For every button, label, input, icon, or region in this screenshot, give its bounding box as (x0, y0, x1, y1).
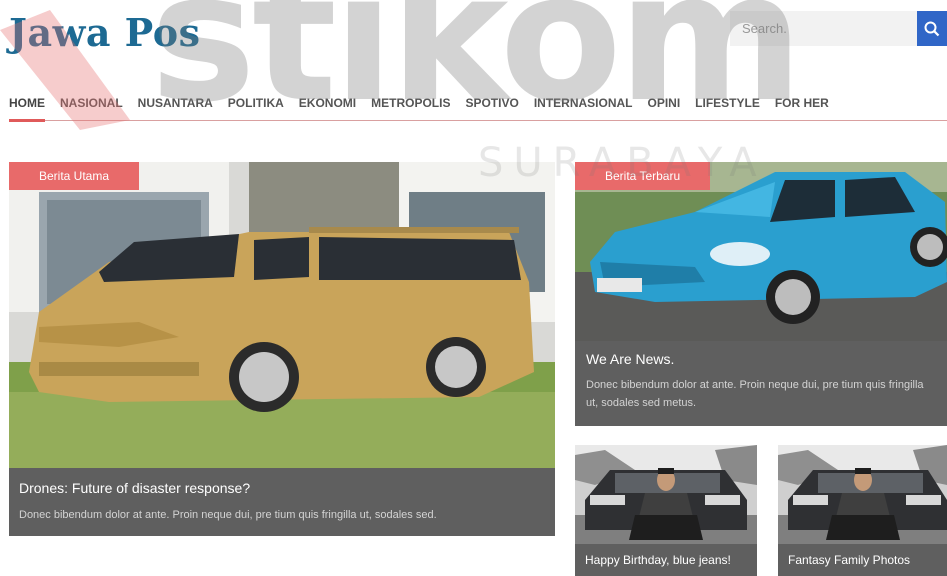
latest-title[interactable]: We Are News. (586, 351, 936, 367)
small-post-title[interactable]: Happy Birthday, blue jeans! (585, 553, 747, 567)
latest-article[interactable]: Berita Terbaru We Are News. Donec bibend… (575, 162, 947, 426)
nav-spotivo[interactable]: SPOTIVO (465, 90, 518, 121)
small-post-caption: Happy Birthday, blue jeans! (575, 544, 757, 576)
small-post[interactable]: Happy Birthday, blue jeans! (575, 445, 757, 576)
small-post-caption: Fantasy Family Photos (778, 544, 947, 576)
nav-metropolis[interactable]: METROPOLIS (371, 90, 450, 121)
main-nav: HOME NASIONAL NUSANTARA POLITIKA EKONOMI… (9, 90, 947, 122)
search-icon (924, 21, 940, 36)
featured-excerpt: Donec bibendum dolor at ante. Proin nequ… (19, 509, 437, 521)
latest-caption: We Are News. Donec bibendum dolor at ant… (575, 341, 947, 426)
featured-image[interactable] (9, 162, 555, 468)
small-post-image[interactable] (778, 445, 947, 544)
nav-home[interactable]: HOME (9, 90, 45, 122)
nav-opini[interactable]: OPINI (647, 90, 680, 121)
featured-title[interactable]: Drones: Future of disaster response? (19, 480, 545, 496)
nav-nasional[interactable]: NASIONAL (60, 90, 123, 121)
featured-tag[interactable]: Berita Utama (9, 162, 140, 190)
search-button[interactable] (917, 11, 947, 46)
featured-article[interactable]: Berita Utama Drones: Future of disaster … (9, 162, 555, 536)
search-input[interactable] (730, 11, 917, 46)
small-post-image[interactable] (575, 445, 757, 544)
featured-caption: Drones: Future of disaster response? Don… (9, 468, 555, 536)
nav-politika[interactable]: POLITIKA (228, 90, 284, 121)
latest-tag[interactable]: Berita Terbaru (575, 162, 711, 190)
small-post-title[interactable]: Fantasy Family Photos (788, 553, 937, 567)
nav-internasional[interactable]: INTERNASIONAL (534, 90, 633, 121)
nav-lifestyle[interactable]: LIFESTYLE (695, 90, 760, 121)
nav-for-her[interactable]: FOR HER (775, 90, 829, 121)
nav-nusantara[interactable]: NUSANTARA (138, 90, 213, 121)
latest-excerpt: Donec bibendum dolor at ante. Proin nequ… (586, 379, 924, 409)
nav-ekonomi[interactable]: EKONOMI (299, 90, 356, 121)
small-post[interactable]: Fantasy Family Photos (778, 445, 947, 576)
site-logo[interactable]: Jawa Pos (9, 10, 200, 55)
